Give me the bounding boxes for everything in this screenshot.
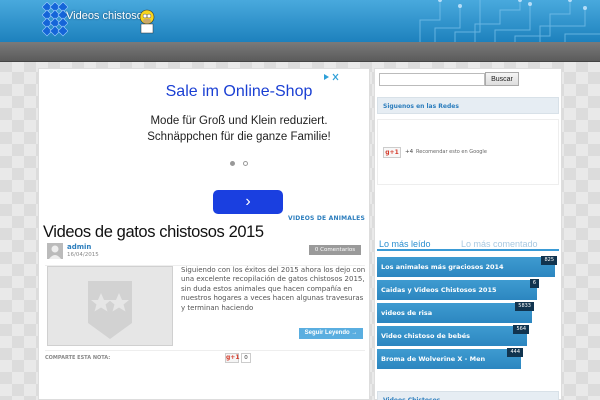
popular-item[interactable]: videos de risa 5833	[377, 302, 559, 326]
post-title[interactable]: Videos de gatos chistosos 2015	[43, 223, 264, 242]
share-label: COMPARTE ESTA NOTA:	[45, 355, 111, 361]
ad-dot-active[interactable]	[230, 161, 235, 166]
popular-list: Los animales más graciosos 2014 825 Caidas…	[377, 256, 559, 372]
popular-item-label[interactable]: videos de risa	[381, 309, 432, 317]
popular-item[interactable]: Video chistoso de bebés 564	[377, 325, 559, 349]
popular-item-label[interactable]: Los animales más graciosos 2014	[381, 263, 504, 271]
comments-badge[interactable]: 0 Comentarios	[309, 245, 361, 255]
popular-item-count: 5833	[515, 302, 534, 311]
ad-choices-icon[interactable]	[323, 73, 339, 81]
popular-item-count: 564	[513, 325, 529, 334]
diamond-logo-icon	[42, 2, 68, 37]
share-bar: COMPARTE ESTA NOTA: g+1 0	[45, 350, 365, 368]
social-heading: Siguenos en las Redes	[377, 97, 559, 114]
author-link[interactable]: admin	[67, 243, 91, 251]
ad-text: Mode für Groß und Klein reduziert. Schnä…	[147, 115, 331, 143]
circuit-decoration	[419, 0, 600, 42]
category-link[interactable]: VIDEOS DE ANIMALES	[288, 215, 365, 222]
google-plus-text: Recomendar esto en Google	[416, 149, 487, 155]
post-meta: admin 16/04/2015 0 Comentarios	[45, 243, 365, 263]
site-header: Videos chistosos	[0, 0, 600, 42]
ad-dot[interactable]	[243, 161, 248, 166]
post-thumbnail[interactable]	[47, 266, 173, 346]
ad-pagination	[139, 151, 339, 170]
site-logo[interactable]: Videos chistosos	[42, 2, 155, 38]
homer-mascot-icon	[139, 9, 155, 34]
popular-item[interactable]: Caidas y Videos Chistosos 2015 6	[377, 279, 559, 303]
popular-item[interactable]: Broma de Wolverine X - Men 444	[377, 348, 559, 372]
advertisement[interactable]: Sale im Online-Shop Mode für Groß und Kl…	[139, 77, 339, 214]
avatar	[47, 243, 63, 259]
post-body: Siguiendo con los éxitos del 2015 ahora …	[45, 265, 365, 400]
chevron-right-icon: ›	[245, 193, 251, 210]
search-button[interactable]: Buscar	[485, 72, 519, 86]
ad-next-button[interactable]: ›	[213, 190, 283, 214]
google-plus-button[interactable]: g+1	[225, 353, 240, 363]
sidebar: Buscar Siguenos en las Redes g+1 +4 Reco…	[374, 68, 562, 400]
post-date: 16/04/2015	[67, 252, 99, 258]
popular-item-label[interactable]: Broma de Wolverine X - Men	[381, 355, 485, 363]
ad-title[interactable]: Sale im Online-Shop	[144, 81, 334, 103]
popular-item-label[interactable]: Video chistoso de bebés	[381, 332, 470, 340]
main-content: Sale im Online-Shop Mode für Groß und Kl…	[38, 68, 370, 400]
nav-bar	[0, 42, 600, 62]
popular-item-count: 444	[507, 348, 523, 357]
post-excerpt: Siguiendo con los éxitos del 2015 ahora …	[181, 266, 366, 312]
popular-item-count: 6	[529, 279, 539, 288]
google-plus-button[interactable]: g+1	[383, 147, 401, 158]
read-more-button[interactable]: Seguir Leyendo →	[299, 328, 363, 339]
tab-most-commented[interactable]: Lo más comentado	[461, 239, 538, 249]
google-plus-count: +4	[405, 149, 414, 155]
user-silhouette-icon	[49, 245, 61, 259]
google-plus-count: 0	[241, 353, 251, 363]
videos-heading: Videos Chistosos	[377, 391, 559, 400]
popular-item-count: 825	[541, 256, 557, 265]
search-input[interactable]	[379, 73, 485, 86]
placeholder-image-icon	[88, 281, 132, 339]
popular-tabs: Lo más leído Lo más comentado	[377, 239, 559, 251]
tab-most-read[interactable]: Lo más leído	[379, 239, 431, 249]
popular-item-label[interactable]: Caidas y Videos Chistosos 2015	[381, 286, 496, 294]
popular-item[interactable]: Los animales más graciosos 2014 825	[377, 256, 559, 280]
